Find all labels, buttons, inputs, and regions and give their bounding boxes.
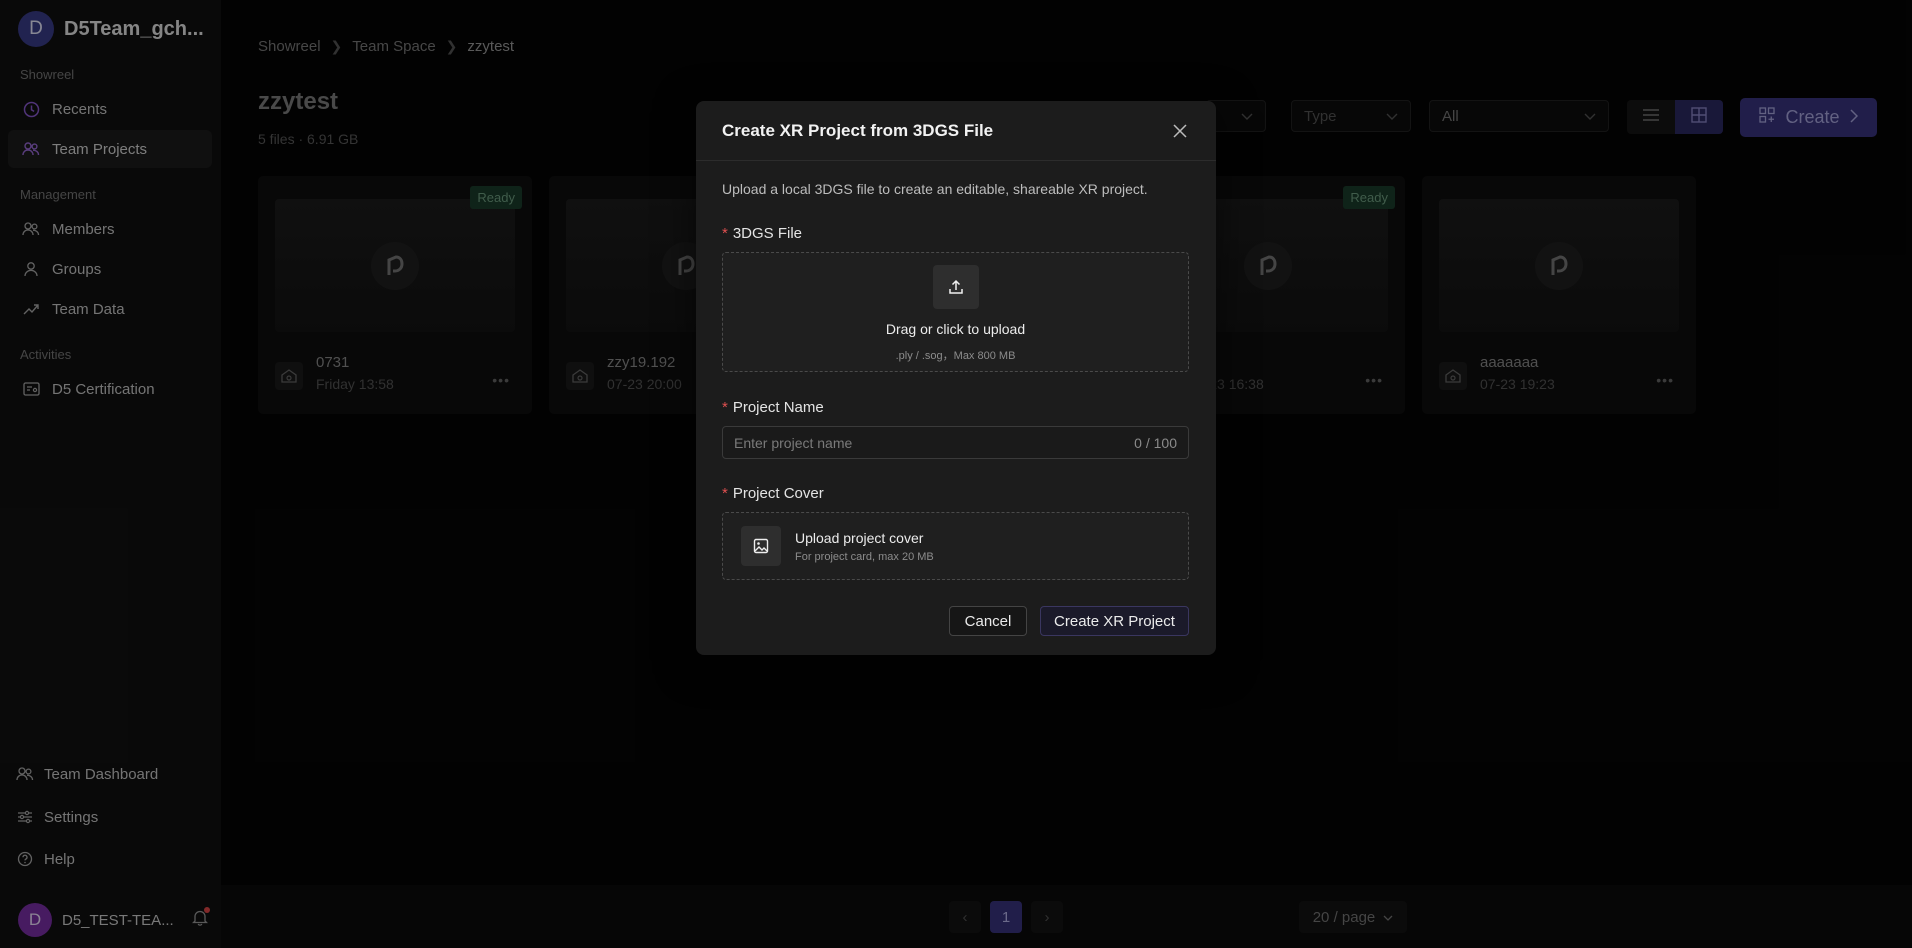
create-xr-project-dialog: Create XR Project from 3DGS File Upload … <box>696 101 1216 655</box>
create-xr-project-button[interactable]: Create XR Project <box>1040 606 1189 636</box>
cover-title: Upload project cover <box>795 530 924 546</box>
file-dropzone[interactable]: Drag or click to upload .ply / .sog，Max … <box>722 252 1189 372</box>
cover-dropzone[interactable]: Upload project cover For project card, m… <box>722 512 1189 580</box>
name-label-text: Project Name <box>732 399 824 416</box>
char-counter: 0 / 100 <box>1134 434 1177 451</box>
dropzone-title: Drag or click to upload <box>885 321 1026 337</box>
cancel-button[interactable]: Cancel <box>949 606 1027 636</box>
name-field-label: * Project Name <box>722 399 824 416</box>
cover-field-label: * Project Cover <box>722 485 824 502</box>
dropzone-hint: .ply / .sog，Max 800 MB <box>895 350 1016 362</box>
dialog-title: Create XR Project from 3DGS File <box>722 120 994 140</box>
image-icon <box>741 526 781 566</box>
dialog-description: Upload a local 3DGS file to create an ed… <box>722 181 1148 197</box>
required-mark: * <box>722 399 728 416</box>
required-mark: * <box>722 485 728 502</box>
project-name-field: 0 / 100 <box>722 426 1189 459</box>
required-mark: * <box>722 225 728 242</box>
close-icon[interactable] <box>1170 121 1190 141</box>
cover-hint: For project card, max 20 MB <box>795 551 934 563</box>
project-name-input[interactable] <box>734 434 1135 451</box>
file-label-text: 3DGS File <box>732 225 803 242</box>
cover-label-text: Project Cover <box>732 485 824 502</box>
dialog-header: Create XR Project from 3DGS File <box>696 101 1216 161</box>
upload-icon <box>933 265 979 309</box>
file-field-label: * 3DGS File <box>722 225 802 242</box>
